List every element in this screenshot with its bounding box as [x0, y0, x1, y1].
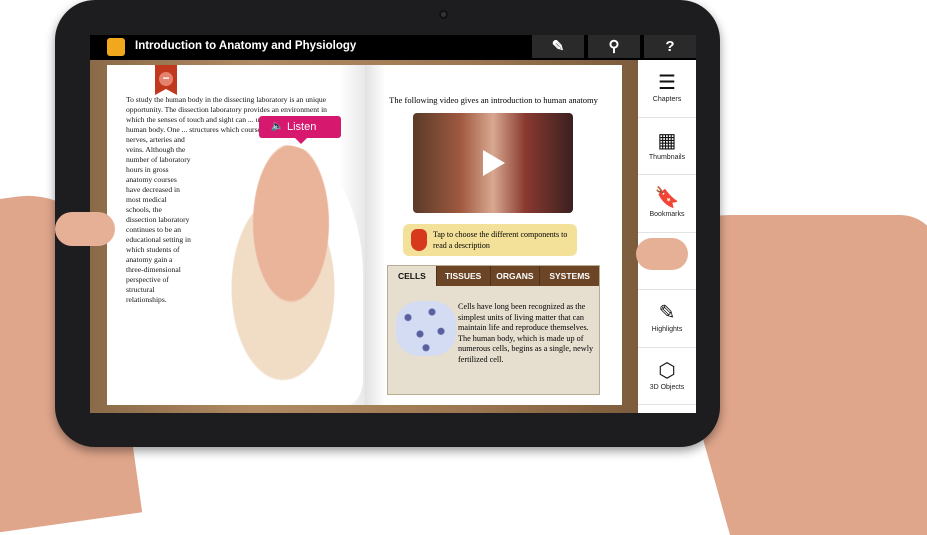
screen: Introduction to Anatomy and Physiology ✎…: [90, 35, 696, 413]
highlighter-icon: ✎: [658, 302, 676, 324]
sidebar-label: Highlights: [651, 326, 683, 333]
bookmark-icon: 🔖: [654, 187, 680, 209]
hand-icon: [411, 229, 427, 251]
sidebar-item-chapters[interactable]: ☰ Chapters: [638, 60, 696, 118]
book-title: Introduction to Anatomy and Physiology: [135, 40, 357, 52]
header: Introduction to Anatomy and Physiology ✎…: [90, 35, 696, 60]
panel-text: Cells have long been recognized as the s…: [458, 302, 594, 364]
sidebar-item-bookmarks[interactable]: 🔖 Bookmarks: [638, 175, 696, 233]
speaker-icon: 🔈: [271, 121, 284, 132]
sidebar-label: 3D Objects: [649, 383, 685, 391]
right-page: + The following video gives an introduct…: [365, 65, 622, 405]
search-button[interactable]: ⚲: [588, 35, 640, 58]
minus-icon: −: [159, 72, 173, 86]
tab-tissues[interactable]: TISSUES: [435, 266, 490, 286]
book: − To study the human body in the dissect…: [90, 60, 638, 413]
sidebar-label: Bookmarks: [649, 211, 685, 218]
tab-systems[interactable]: SYSTEMS: [539, 266, 599, 286]
sidebar: ☰ Chapters ▦ Thumbnails 🔖 Bookmarks ✎ Highli…: [638, 60, 696, 413]
video-player[interactable]: [413, 113, 573, 213]
tab-organs[interactable]: ORGANS: [489, 266, 540, 286]
tip-box: Tap to choose the different components t…: [403, 224, 577, 256]
help-button[interactable]: ?: [644, 35, 696, 58]
sidebar-label: Chapters: [652, 96, 682, 103]
paragraph-continued: nerves, arteries and veins. Although the…: [126, 135, 191, 304]
left-thumb: [55, 212, 115, 246]
play-icon[interactable]: [483, 150, 505, 176]
tab-cells[interactable]: CELLS: [388, 266, 436, 286]
sidebar-label: Thumbnails: [648, 153, 686, 161]
listen-button[interactable]: 🔈 Listen: [259, 116, 341, 144]
listen-label: Listen: [287, 121, 317, 133]
sidebar-item-thumbnails[interactable]: ▦ Thumbnails: [638, 118, 696, 175]
sidebar-item-highlights[interactable]: ✎ Highlights: [638, 290, 696, 348]
pencil-button[interactable]: ✎: [532, 35, 584, 58]
components-panel: CELLS TISSUES ORGANS SYSTEMS Cells have …: [387, 265, 600, 395]
app-logo-icon: [107, 38, 125, 56]
grid-icon: ▦: [657, 129, 677, 152]
cells-image: [396, 301, 456, 356]
right-thumb: [636, 238, 688, 270]
left-page: − To study the human body in the dissect…: [107, 65, 365, 405]
video-title: The following video gives an introductio…: [389, 95, 598, 105]
cube-icon: ⬡: [658, 359, 676, 382]
remove-bookmark-ribbon[interactable]: −: [155, 65, 177, 95]
sidebar-item-3d-objects[interactable]: ⬡ 3D Objects: [638, 348, 696, 405]
camera: [439, 10, 448, 19]
list-icon: ☰: [658, 72, 676, 94]
tip-text: Tap to choose the different components t…: [433, 230, 568, 250]
